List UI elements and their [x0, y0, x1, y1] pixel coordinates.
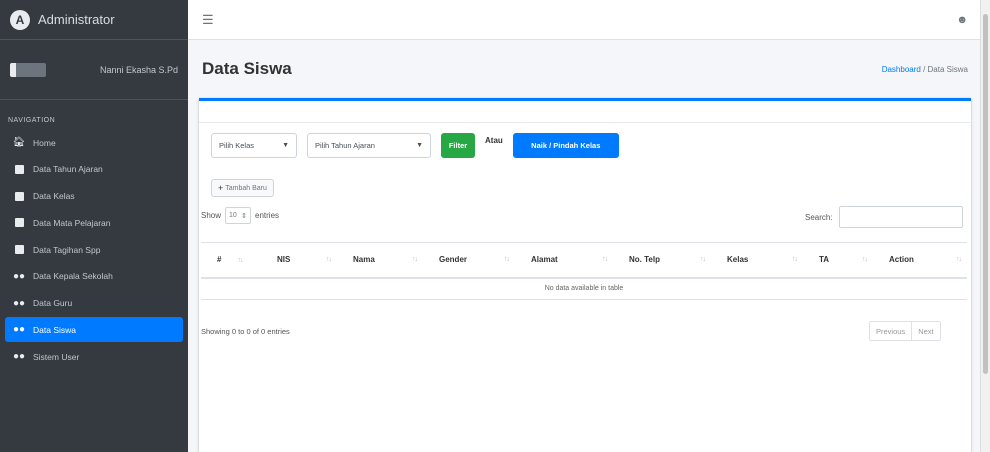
table-search: Search:: [805, 206, 963, 228]
sidebar-item-label: Data Kepala Sekolah: [33, 271, 113, 282]
tambah-baru-label: Tambah Baru: [225, 184, 267, 192]
topbar: ☰ ☻: [188, 0, 980, 40]
table-info: Showing 0 to 0 of 0 entries: [201, 327, 290, 336]
sidebar-item-data-tagihan-spp[interactable]: Data Tagihan Spp: [5, 237, 183, 262]
sidebar-item-label: Sistem User: [33, 351, 80, 362]
search-label: Search:: [805, 212, 833, 222]
sidebar-item-data-tahun-ajaran[interactable]: Data Tahun Ajaran: [5, 157, 183, 182]
column-header-alamat[interactable]: Alamat ↑↓: [515, 242, 613, 279]
sort-icon: ↑↓: [326, 256, 332, 263]
sidebar-item-label: Data Tagihan Spp: [33, 244, 101, 255]
sidebar-item-label: Data Guru: [33, 298, 73, 308]
content-header: Data Siswa Dashboard / Data Siswa: [188, 40, 980, 98]
sidebar-item-data-mata-pelajaran[interactable]: Data Mata Pelajaran: [5, 210, 183, 235]
chevron-down-icon: ⇕: [241, 212, 248, 220]
home-icon: 🏠︎: [12, 137, 26, 148]
sidebar-item-data-guru[interactable]: ●● Data Guru: [5, 291, 183, 316]
breadcrumb-separator: /: [923, 64, 926, 74]
scrollbar-thumb[interactable]: [983, 14, 988, 374]
table-header-row: # ↑↓ NIS ↑↓ Nama ↑↓ Gender ↑↓ Alamat ↑↓ No. T…: [201, 242, 967, 279]
previous-page-button[interactable]: Previous: [870, 322, 911, 340]
pagination: Previous Next: [869, 321, 941, 341]
kelas-select[interactable]: Pilih Kelas ▼: [211, 133, 297, 158]
sidebar-item-data-kelas[interactable]: Data Kelas: [5, 184, 183, 209]
sidebar-item-label: Data Mata Pelajaran: [33, 217, 111, 228]
column-header-kelas[interactable]: Kelas ↑↓: [711, 242, 803, 279]
brand-link[interactable]: A Administrator: [0, 0, 188, 40]
sidebar-item-data-siswa[interactable]: ●● Data Siswa: [5, 317, 183, 343]
user-icon[interactable]: ☻: [956, 14, 968, 26]
sidebar-item-label: Home: [33, 137, 56, 148]
page-scrollbar[interactable]: [980, 0, 990, 452]
sort-icon: ↑↓: [956, 256, 962, 263]
hamburger-icon[interactable]: ☰: [202, 12, 214, 28]
tahun-ajaran-select[interactable]: Pilih Tahun Ajaran ▼: [307, 133, 431, 158]
filter-button[interactable]: Filter: [441, 133, 475, 158]
page-title: Data Siswa: [202, 59, 292, 78]
filter-row: Pilih Kelas ▼ Pilih Tahun Ajaran ▼ Filte…: [211, 133, 619, 158]
users-icon: ●●: [12, 351, 26, 362]
breadcrumb-current: Data Siswa: [927, 64, 968, 74]
tambah-baru-button[interactable]: + Tambah Baru: [211, 179, 274, 197]
chevron-down-icon: ▼: [416, 142, 423, 149]
sort-icon: ↑↓: [862, 256, 868, 263]
book-icon: [13, 190, 25, 202]
chevron-down-icon: ▼: [282, 142, 289, 149]
empty-table-message: No data available in table: [201, 277, 967, 300]
sidebar-item-label: Data Kelas: [33, 191, 75, 201]
column-header-gender[interactable]: Gender ↑↓: [423, 242, 515, 279]
entries-select-value: 10: [229, 212, 237, 219]
sidebar-item-home[interactable]: 🏠︎ Home: [5, 130, 183, 155]
sort-icon: ↑↓: [504, 256, 510, 263]
brand-text: Administrator: [38, 12, 115, 27]
tahun-ajaran-select-value: Pilih Tahun Ajaran: [315, 141, 375, 150]
sidebar-item-label: Data Siswa: [33, 324, 76, 335]
search-input[interactable]: [838, 206, 963, 228]
next-page-button[interactable]: Next: [911, 322, 939, 340]
sidebar-nav: 🏠︎ Home Data Tahun Ajaran Data Kelas Dat…: [0, 130, 188, 369]
user-name: Nanni Ekasha S.Pd: [99, 64, 178, 75]
kelas-select-value: Pilih Kelas: [219, 141, 255, 150]
column-header-number[interactable]: # ↑↓: [201, 242, 261, 279]
column-header-nama[interactable]: Nama ↑↓: [337, 242, 423, 279]
nav-header: NAVIGATION: [8, 117, 56, 124]
breadcrumb: Dashboard / Data Siswa: [882, 65, 968, 74]
sort-icon: ↑↓: [700, 256, 706, 263]
brand-logo-icon: A: [10, 9, 30, 30]
sidebar-item-data-kepala-sekolah[interactable]: ●● Data Kepala Sekolah: [5, 264, 183, 289]
atau-label: Atau: [485, 136, 503, 145]
book-icon: [13, 217, 25, 229]
users-icon: ●●: [12, 297, 26, 309]
sidebar: A Administrator Nanni Ekasha S.Pd NAVIGA…: [0, 0, 188, 452]
column-header-nis[interactable]: NIS ↑↓: [261, 242, 337, 279]
column-header-ta[interactable]: TA ↑↓: [803, 242, 873, 279]
entries-select[interactable]: 10 ⇕: [225, 207, 252, 224]
sort-icon: ↑↓: [412, 256, 418, 263]
users-icon: ●●: [12, 324, 26, 336]
plus-icon: +: [218, 183, 224, 193]
sort-icon: ↑↓: [792, 256, 798, 263]
sort-icon: ↑↓: [237, 257, 243, 265]
table-row: No data available in table: [201, 277, 967, 300]
column-header-no-telp[interactable]: No. Telp ↑↓: [613, 242, 711, 279]
entries-length: Show 10 ⇕ entries: [201, 207, 279, 224]
show-label: Show: [201, 211, 222, 220]
user-panel[interactable]: Nanni Ekasha S.Pd: [0, 40, 188, 100]
user-avatar: [10, 62, 46, 77]
book-icon: [13, 163, 25, 175]
users-icon: ●●: [12, 270, 26, 282]
breadcrumb-home-link[interactable]: Dashboard: [882, 65, 921, 74]
sidebar-item-label: Data Tahun Ajaran: [33, 164, 103, 175]
sidebar-item-sistem-user[interactable]: ●● Sistem User: [5, 344, 183, 369]
book-icon: [13, 244, 25, 256]
naik-pindah-kelas-button[interactable]: Naik / Pindah Kelas: [512, 133, 619, 158]
card-header: [199, 101, 971, 123]
column-header-action[interactable]: Action ↑↓: [873, 242, 967, 279]
data-siswa-card: Pilih Kelas ▼ Pilih Tahun Ajaran ▼ Filte…: [199, 98, 971, 452]
entries-label: entries: [255, 211, 280, 220]
sort-icon: ↑↓: [602, 256, 608, 263]
siswa-table: # ↑↓ NIS ↑↓ Nama ↑↓ Gender ↑↓ Alamat ↑↓ No. T…: [201, 242, 967, 300]
